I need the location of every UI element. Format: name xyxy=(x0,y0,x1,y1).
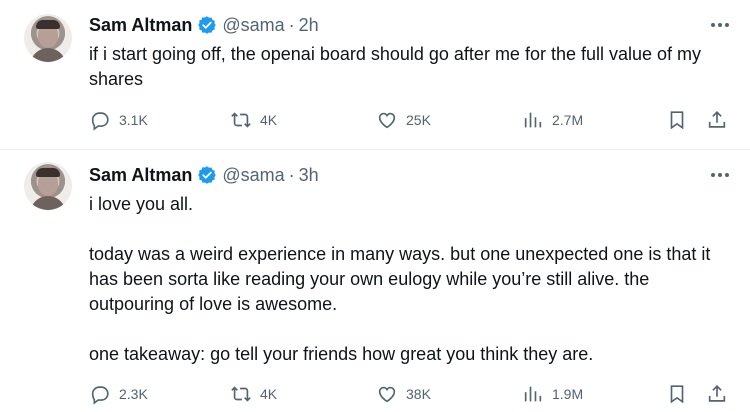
tweet[interactable]: Sam Altman @sama · 2h if i start going o… xyxy=(0,0,750,150)
views-icon xyxy=(524,386,542,402)
more-options-icon[interactable] xyxy=(710,15,730,35)
reply-button[interactable]: 2.3K xyxy=(89,382,148,406)
bookmark-button[interactable] xyxy=(666,382,688,406)
author-name[interactable]: Sam Altman xyxy=(89,165,192,186)
share-button[interactable] xyxy=(706,382,728,406)
reply-count: 3.1K xyxy=(119,112,148,128)
reply-icon xyxy=(91,112,109,131)
tweet-text: if i start going off, the openai board s… xyxy=(89,42,729,92)
more-options-icon[interactable] xyxy=(710,165,730,185)
tweet-text: i love you all. today was a weird experi… xyxy=(89,192,729,367)
share-button[interactable] xyxy=(706,108,728,132)
bookmark-button[interactable] xyxy=(666,108,688,132)
like-button[interactable]: 38K xyxy=(376,382,431,406)
author-name[interactable]: Sam Altman xyxy=(89,15,192,36)
retweet-button[interactable]: 4K xyxy=(230,382,277,406)
retweet-icon xyxy=(231,386,251,402)
verified-badge-icon xyxy=(198,16,217,34)
separator: · xyxy=(288,14,295,35)
tweet-header: Sam Altman @sama · 2h xyxy=(89,14,319,36)
like-count: 25K xyxy=(406,112,431,128)
tweet-paragraph: i love you all. xyxy=(89,194,194,214)
views-icon xyxy=(524,112,542,128)
like-count: 38K xyxy=(406,386,431,402)
bookmark-icon xyxy=(670,111,684,130)
tweet-paragraph: one takeaway: go tell your friends how g… xyxy=(89,344,594,364)
views-button[interactable]: 1.9M xyxy=(522,382,583,406)
avatar[interactable] xyxy=(24,14,72,62)
retweet-icon xyxy=(231,112,251,128)
tweet-paragraph: today was a weird experience in many way… xyxy=(89,244,711,314)
share-icon xyxy=(708,111,726,128)
timestamp[interactable]: 2h xyxy=(299,15,319,36)
reply-icon xyxy=(91,386,109,405)
retweet-button[interactable]: 4K xyxy=(230,108,277,132)
views-count: 2.7M xyxy=(552,112,584,128)
tweet-header: Sam Altman @sama · 3h xyxy=(89,164,319,186)
tweet-actions: 3.1K 4K 25K 2.7M xyxy=(89,108,739,132)
views-button[interactable]: 2.7M xyxy=(522,108,583,132)
heart-icon xyxy=(378,112,396,129)
reply-count: 2.3K xyxy=(119,386,148,402)
timestamp[interactable]: 3h xyxy=(299,165,319,186)
reply-button[interactable]: 3.1K xyxy=(89,108,148,132)
like-button[interactable]: 25K xyxy=(376,108,431,132)
separator: · xyxy=(288,164,295,185)
bookmark-icon xyxy=(670,385,684,404)
verified-badge-icon xyxy=(198,166,217,184)
tweet-paragraph: if i start going off, the openai board s… xyxy=(89,44,702,89)
author-handle[interactable]: @sama xyxy=(222,165,284,186)
retweet-count: 4K xyxy=(260,112,278,128)
author-handle[interactable]: @sama xyxy=(222,15,284,36)
retweet-count: 4K xyxy=(260,386,278,402)
tweet[interactable]: Sam Altman @sama · 3h i love you all. to… xyxy=(0,150,750,412)
avatar[interactable] xyxy=(24,162,72,210)
share-icon xyxy=(708,385,726,402)
heart-icon xyxy=(378,386,396,403)
views-count: 1.9M xyxy=(552,386,584,402)
tweet-actions: 2.3K 4K 38K 1.9M xyxy=(89,382,739,406)
